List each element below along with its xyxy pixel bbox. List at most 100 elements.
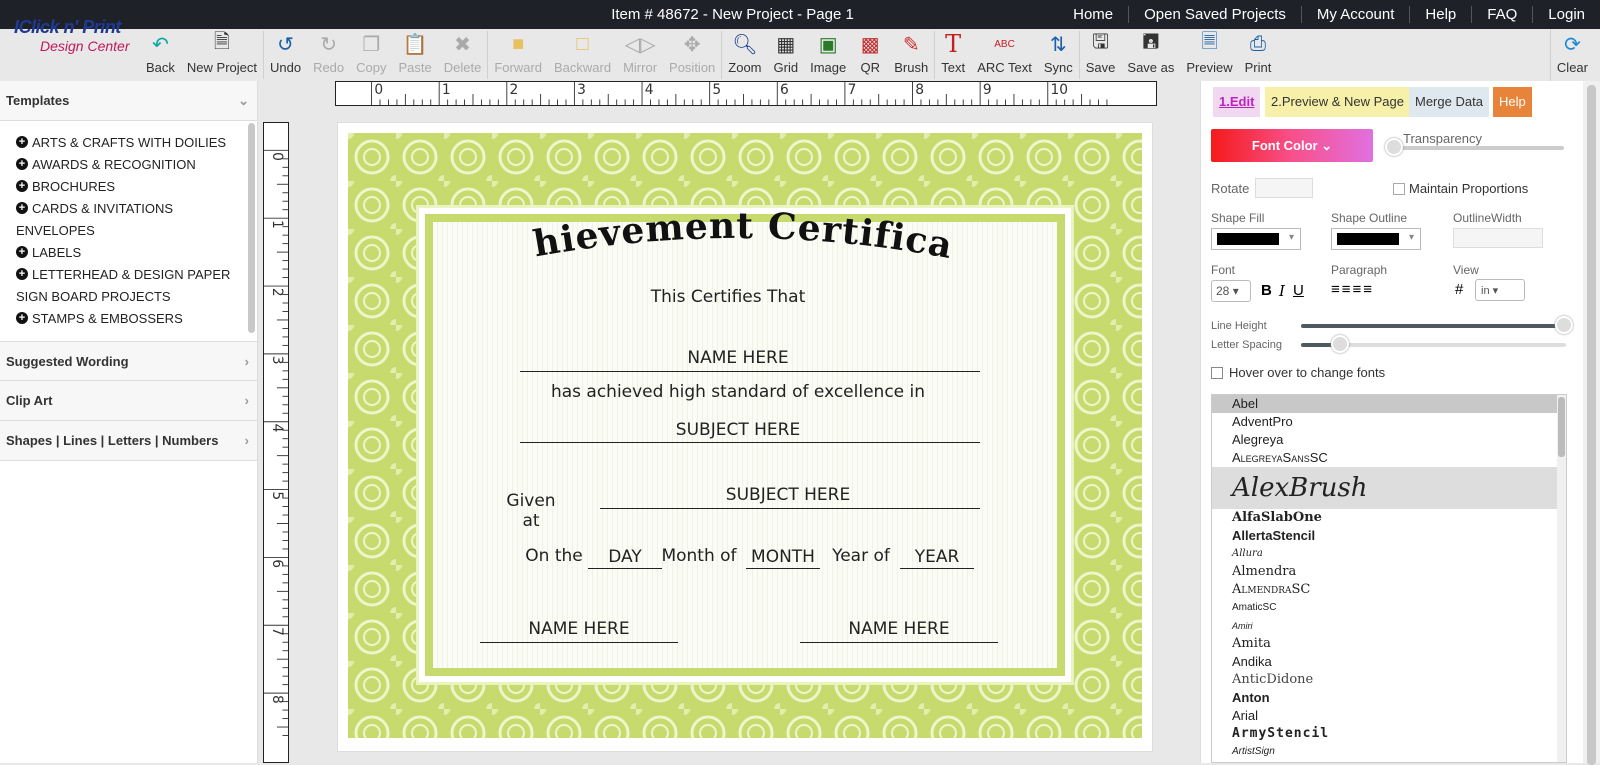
redo-button[interactable]: ↻ Redo [307,29,350,81]
font-item[interactable]: Alegreya [1212,431,1566,449]
logo[interactable]: IClick n' Print Design Center [14,17,138,57]
month-of-label[interactable]: Month of [658,546,740,566]
template-awards[interactable]: + AWARDS & RECOGNITION [16,153,257,175]
nav-home[interactable]: Home [1058,6,1128,23]
position-button[interactable]: ✥ Position [663,29,721,81]
template-labels[interactable]: + LABELS [16,241,257,263]
font-item[interactable]: AlfaSlabOne [1212,509,1566,527]
outline-width-input[interactable] [1453,228,1543,248]
clip-art-header[interactable]: Clip Art › [0,381,257,421]
template-cards[interactable]: + CARDS & INVITATIONS [16,197,257,219]
achieved-text[interactable]: has achieved high standard of excellence… [518,382,958,402]
font-item[interactable]: Anton [1212,689,1566,707]
font-color-button[interactable]: Font Color ⌄ [1211,129,1373,162]
font-list-scroll-thumb[interactable] [1558,397,1565,457]
forward-button[interactable]: ■ Forward [488,29,548,81]
template-arts-crafts[interactable]: + ARTS & CRAFTS WITH DOILIES [16,131,257,153]
save-as-button[interactable]: 🖪 Save as [1121,29,1180,81]
font-item[interactable]: Almendra [1212,563,1566,581]
arc-text-button[interactable]: ABC ARC Text [971,29,1038,81]
copy-button[interactable]: ❐ Copy [350,29,392,81]
year-field[interactable]: YEAR [900,547,974,567]
signature-name-2[interactable]: NAME HERE [800,619,998,639]
nav-faq[interactable]: FAQ [1471,6,1532,23]
shape-fill-picker[interactable]: ▾ [1211,228,1301,250]
shapes-header[interactable]: Shapes | Lines | Letters | Numbers › [0,421,257,461]
font-size-select[interactable]: 28 ▾ [1211,280,1251,302]
back-button[interactable]: ↶ Back [140,29,181,81]
font-item[interactable]: Abel [1212,395,1566,413]
bold-button[interactable]: B [1261,282,1272,299]
backward-button[interactable]: □ Backward [548,29,617,81]
underline-button[interactable]: U [1293,282,1304,299]
rotate-input[interactable] [1255,178,1313,198]
templates-scrollbar[interactable] [248,123,255,333]
preview-button[interactable]: 🗏 Preview [1180,29,1238,81]
grid-view-icon[interactable]: # [1455,281,1463,298]
signature-name-1[interactable]: NAME HERE [480,619,678,639]
alignment-buttons[interactable]: ≡≡≡≡ [1331,281,1374,298]
font-list-scrollbar[interactable] [1557,395,1566,762]
certifies-text[interactable]: This Certifies That [578,287,878,307]
maintain-proportions-checkbox[interactable] [1393,183,1405,195]
template-letterhead[interactable]: + LETTERHEAD & DESIGN PAPER [16,263,257,285]
font-item[interactable]: AdventPro [1212,413,1566,431]
templates-header[interactable]: Templates ⌄ [0,81,257,121]
transparency-slider[interactable] [1389,146,1564,150]
subject-field[interactable]: SUBJECT HERE [538,420,938,440]
print-button[interactable]: ⎙ Print [1239,29,1278,81]
template-stamps[interactable]: + STAMPS & EMBOSSERS [16,307,257,329]
tab-merge-data[interactable]: Merge Data [1409,87,1489,117]
font-item[interactable]: AlmendraSC [1212,581,1566,599]
font-item[interactable]: Arial [1212,707,1566,725]
delete-button[interactable]: ✖ Delete [438,29,488,81]
nav-my-account[interactable]: My Account [1300,6,1410,23]
font-item[interactable]: AlegreyaSansSC [1212,449,1566,467]
recipient-name[interactable]: NAME HERE [518,348,958,368]
line-height-slider[interactable] [1301,324,1566,328]
mirror-button[interactable]: ◁▷ Mirror [617,29,663,81]
on-the-label[interactable]: On the [524,546,584,566]
font-item[interactable]: Andika [1212,653,1566,671]
suggested-wording-header[interactable]: Suggested Wording › [0,341,257,381]
sync-button[interactable]: ⇅ Sync [1038,29,1079,81]
text-button[interactable]: T Text [935,29,971,81]
font-item[interactable]: Amiri [1212,617,1566,635]
certificate-title[interactable]: Achievement Certificate [518,203,958,273]
qr-button[interactable]: ▩ QR [852,29,888,81]
template-sign-board[interactable]: SIGN BOARD PROJECTS [16,285,257,307]
unit-select[interactable]: in ▾ [1475,279,1525,301]
day-field[interactable]: DAY [588,547,662,567]
font-item[interactable]: AlexBrush [1212,467,1566,509]
line-height-knob[interactable] [1555,316,1573,334]
given-at-label[interactable]: Given at [496,491,566,531]
page-scroll-thumb[interactable] [1587,85,1596,765]
font-item[interactable]: AmaticSC [1212,599,1566,617]
undo-button[interactable]: ↺ Undo [264,29,307,81]
given-subject-field[interactable]: SUBJECT HERE [628,485,948,505]
new-project-button[interactable]: 🗎 New Project [181,29,263,81]
font-item[interactable]: Allura [1212,545,1566,563]
italic-button[interactable]: I [1279,282,1285,300]
page-scrollbar[interactable] [1583,81,1600,765]
tab-preview-new-page[interactable]: 2.Preview & New Page [1265,87,1410,117]
nav-open-saved-projects[interactable]: Open Saved Projects [1128,6,1301,23]
transparency-knob[interactable] [1385,138,1403,156]
font-item[interactable]: AllertaStencil [1212,527,1566,545]
nav-login[interactable]: Login [1532,6,1600,23]
nav-help[interactable]: Help [1409,6,1471,23]
template-envelopes[interactable]: ENVELOPES [16,219,257,241]
letter-spacing-knob[interactable] [1331,335,1349,353]
year-of-label[interactable]: Year of [826,546,896,566]
hover-change-fonts-checkbox[interactable] [1211,367,1223,379]
grid-button[interactable]: ▦ Grid [768,29,805,81]
paste-button[interactable]: 📋 Paste [393,29,438,81]
design-canvas[interactable]: Achievement Certificate This Certifies T… [337,122,1153,752]
clear-button[interactable]: ⟳ Clear [1549,29,1594,81]
tab-help[interactable]: Help [1493,87,1532,117]
font-item[interactable]: Amita [1212,635,1566,653]
tab-edit[interactable]: 1.Edit [1213,87,1261,117]
image-button[interactable]: ▣ Image [804,29,852,81]
shape-outline-picker[interactable]: ▾ [1331,228,1421,250]
save-button[interactable]: 🖫 Save [1080,29,1122,81]
